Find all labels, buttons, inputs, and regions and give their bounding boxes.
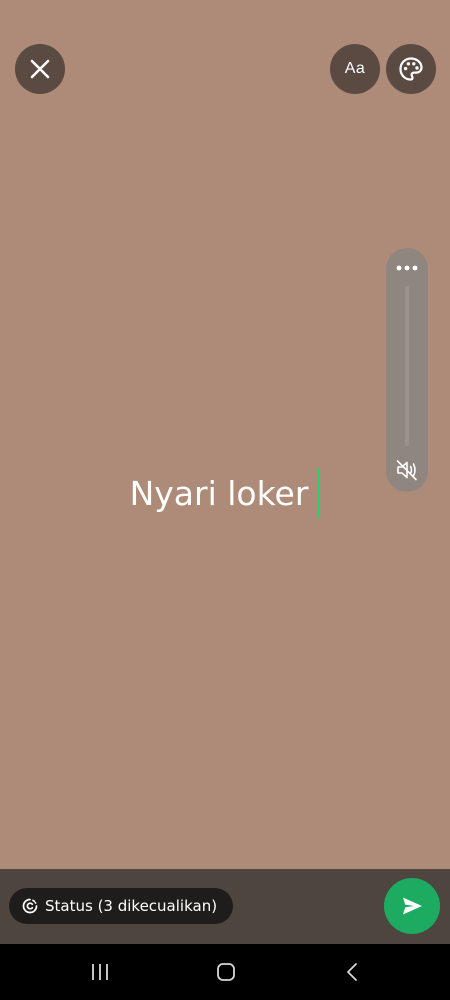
- back-icon: [347, 963, 357, 981]
- status-privacy-icon: [21, 897, 39, 915]
- video-side-panel: [386, 248, 428, 492]
- close-icon: [30, 59, 50, 79]
- status-audience-button[interactable]: Status (3 dikecualikan): [9, 888, 234, 924]
- status-composer-screen: Aa Nyari loker Status (3 dikecualikan): [0, 0, 450, 1000]
- home-button[interactable]: [214, 960, 238, 984]
- bottom-bar: Status (3 dikecualikan): [0, 869, 450, 944]
- recent-apps-button[interactable]: [88, 960, 112, 984]
- text-cursor: [318, 467, 321, 518]
- more-horizontal-icon: [396, 265, 418, 271]
- recent-apps-icon: [92, 964, 108, 980]
- send-button[interactable]: [384, 878, 440, 934]
- background-color-button[interactable]: [386, 44, 436, 94]
- font-style-button[interactable]: Aa: [330, 44, 380, 94]
- font-style-label: Aa: [344, 60, 366, 77]
- close-button[interactable]: [15, 44, 65, 94]
- back-button[interactable]: [340, 960, 364, 984]
- send-icon: [403, 897, 422, 915]
- palette-icon: [399, 57, 423, 81]
- system-navigation-bar: [0, 944, 450, 1000]
- status-text-input[interactable]: Nyari loker: [0, 467, 450, 518]
- home-icon: [217, 963, 235, 981]
- volume-slider[interactable]: [405, 286, 409, 446]
- status-text: Nyari loker: [129, 474, 309, 513]
- status-audience-label: Status (3 dikecualikan): [45, 897, 218, 915]
- more-options-button[interactable]: [386, 258, 428, 278]
